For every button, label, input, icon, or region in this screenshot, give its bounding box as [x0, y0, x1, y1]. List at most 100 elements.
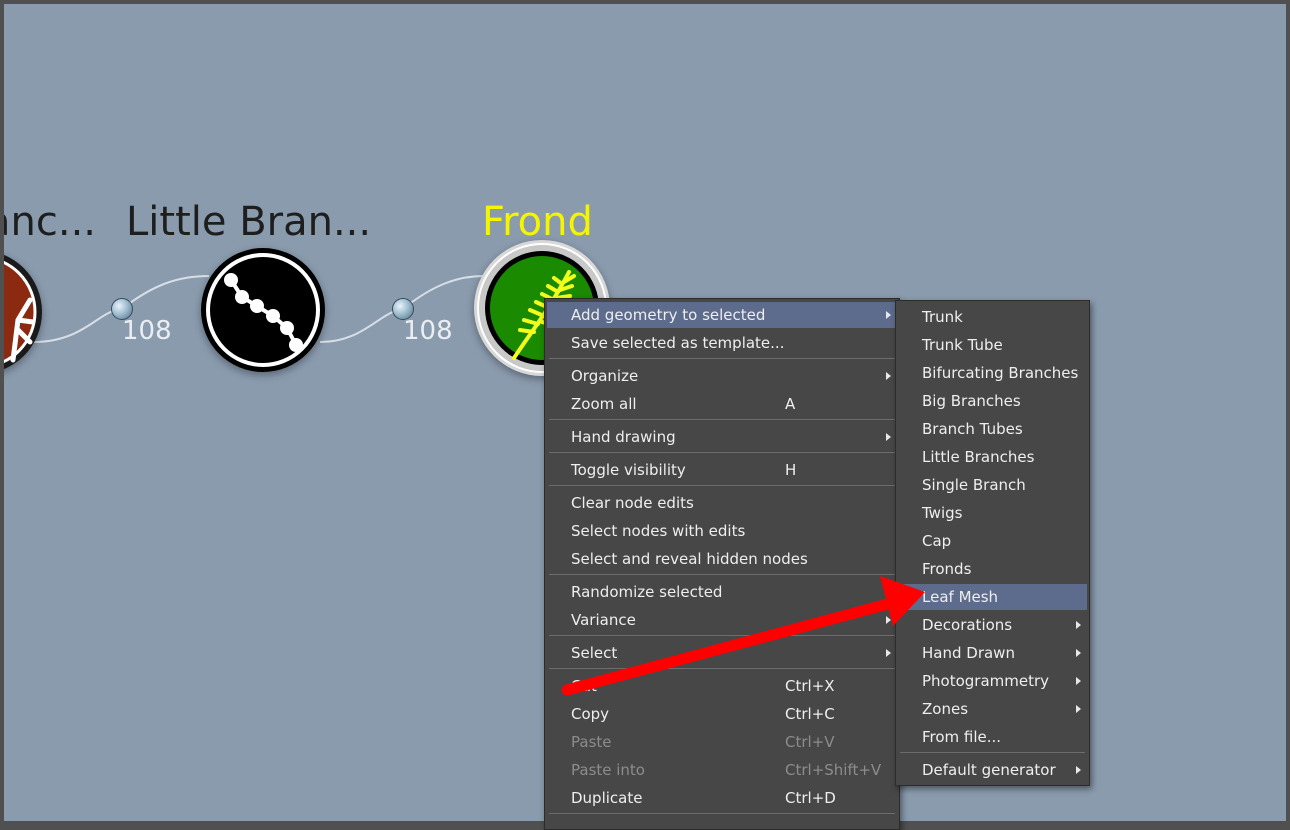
menu-item-toggle-visibility[interactable]: Toggle visibility H [547, 457, 897, 483]
menu-item-label: Single Branch [922, 476, 1026, 494]
connection-count-2: 108 [403, 316, 453, 346]
submenu-item-trunk-tube[interactable]: Trunk Tube [898, 332, 1087, 358]
submenu-item-zones[interactable]: Zones [898, 696, 1087, 722]
menu-item-label: Trunk [922, 308, 963, 326]
menu-item-shortcut: Ctrl+C [785, 705, 835, 723]
menu-item-shortcut: Ctrl+Shift+V [785, 761, 882, 779]
menu-separator [549, 485, 895, 486]
menu-item-label: Duplicate [571, 789, 643, 807]
submenu-item-leaf-mesh[interactable]: Leaf Mesh [898, 584, 1087, 610]
submenu-item-cap[interactable]: Cap [898, 528, 1087, 554]
menu-item-variance[interactable]: Variance [547, 607, 897, 633]
menu-item-label: Branch Tubes [922, 420, 1023, 438]
submenu-item-fronds[interactable]: Fronds [898, 556, 1087, 582]
menu-item-label: Decorations [922, 616, 1013, 634]
menu-item-duplicate[interactable]: Duplicate Ctrl+D [547, 785, 897, 811]
submenu-item-bifurcating-branches[interactable]: Bifurcating Branches [898, 360, 1087, 386]
menu-item-paste[interactable]: Paste Ctrl+V [547, 729, 897, 755]
chevron-right-icon [886, 311, 891, 319]
menu-item-select[interactable]: Select [547, 640, 897, 666]
menu-item-label: Toggle visibility [571, 461, 686, 479]
submenu-item-decorations[interactable]: Decorations [898, 612, 1087, 638]
chevron-right-icon [1076, 766, 1081, 774]
chevron-right-icon [1076, 705, 1081, 713]
submenu-item-big-branches[interactable]: Big Branches [898, 388, 1087, 414]
menu-item-label: Hand Drawn [922, 644, 1015, 662]
submenu-item-branch-tubes[interactable]: Branch Tubes [898, 416, 1087, 442]
submenu-item-little-branches[interactable]: Little Branches [898, 444, 1087, 470]
menu-item-clear-node-edits[interactable]: Clear node edits [547, 490, 897, 516]
chevron-right-icon [886, 616, 891, 624]
menu-item-randomize-selected[interactable]: Randomize selected [547, 579, 897, 605]
menu-item-label: Trunk Tube [922, 336, 1003, 354]
chevron-right-icon [886, 649, 891, 657]
menu-item-label: Copy [571, 705, 610, 723]
menu-separator [549, 358, 895, 359]
node-title-partial: anc... [4, 199, 96, 245]
menu-item-save-template[interactable]: Save selected as template... [547, 330, 897, 356]
branch-node-partial[interactable] [4, 250, 42, 374]
menu-item-label: Zoom all [571, 395, 637, 413]
menu-item-select-reveal-hidden[interactable]: Select and reveal hidden nodes [547, 546, 897, 572]
menu-separator [549, 574, 895, 575]
menu-item-label: Photogrammetry [922, 672, 1050, 690]
menu-item-label: Cap [922, 532, 952, 550]
menu-item-label: Randomize selected [571, 583, 723, 601]
menu-item-zoom-all[interactable]: Zoom all A [547, 391, 897, 417]
menu-item-label: Little Branches [922, 448, 1035, 466]
little-branches-icon [206, 253, 320, 367]
menu-separator [549, 452, 895, 453]
menu-item-shortcut: Ctrl+V [785, 733, 835, 751]
menu-item-label: Bifurcating Branches [922, 364, 1079, 382]
menu-item-label: Big Branches [922, 392, 1021, 410]
menu-item-cut[interactable]: Cut Ctrl+X [547, 673, 897, 699]
menu-item-shortcut: Ctrl+D [785, 789, 836, 807]
menu-item-label: Organize [571, 367, 639, 385]
chevron-right-icon [1076, 621, 1081, 629]
menu-item-paste-into[interactable]: Paste into Ctrl+Shift+V [547, 757, 897, 783]
menu-item-label: Hand drawing [571, 428, 676, 446]
submenu-item-twigs[interactable]: Twigs [898, 500, 1087, 526]
menu-item-label: Clear node edits [571, 494, 694, 512]
menu-separator [549, 635, 895, 636]
submenu-item-from-file[interactable]: From file... [898, 724, 1087, 750]
menu-item-shortcut: Ctrl+X [785, 677, 835, 695]
menu-separator [549, 668, 895, 669]
menu-item-organize[interactable]: Organize [547, 363, 897, 389]
submenu-item-photogrammetry[interactable]: Photogrammetry [898, 668, 1087, 694]
menu-item-label: Leaf Mesh [922, 588, 999, 606]
submenu-item-default-generator[interactable]: Default generator [898, 757, 1087, 783]
submenu-item-hand-drawn[interactable]: Hand Drawn [898, 640, 1087, 666]
menu-item-label: Select and reveal hidden nodes [571, 550, 808, 568]
submenu-item-single-branch[interactable]: Single Branch [898, 472, 1087, 498]
chevron-right-icon [1076, 677, 1081, 685]
chevron-right-icon [886, 433, 891, 441]
menu-item-shortcut: H [785, 461, 797, 479]
menu-separator [549, 419, 895, 420]
menu-item-label: Select nodes with edits [571, 522, 746, 540]
add-geometry-submenu: Trunk Trunk Tube Bifurcating Branches Bi… [895, 300, 1090, 786]
menu-item-label: Add geometry to selected [571, 306, 766, 324]
node-title-little-branches: Little Bran... [126, 199, 372, 245]
node-title-frond: Frond [482, 199, 593, 245]
menu-item-label: Default generator [922, 761, 1056, 779]
menu-separator [549, 813, 895, 814]
menu-item-copy[interactable]: Copy Ctrl+C [547, 701, 897, 727]
menu-item-shortcut: A [785, 395, 796, 413]
menu-item-label: Cut [571, 677, 597, 695]
menu-item-label: Select [571, 644, 618, 662]
menu-item-add-geometry[interactable]: Add geometry to selected [547, 302, 897, 328]
submenu-item-trunk[interactable]: Trunk [898, 304, 1087, 330]
menu-item-label: Variance [571, 611, 636, 629]
branches-icon [4, 260, 37, 364]
menu-item-select-nodes-with-edits[interactable]: Select nodes with edits [547, 518, 897, 544]
menu-item-label: Fronds [922, 560, 972, 578]
menu-item-label: From file... [922, 728, 1002, 746]
menu-item-label: Zones [922, 700, 969, 718]
menu-item-label: Paste [571, 733, 612, 751]
chevron-right-icon [886, 372, 891, 380]
menu-item-label: Twigs [922, 504, 963, 522]
menu-item-hand-drawing[interactable]: Hand drawing [547, 424, 897, 450]
chevron-right-icon [1076, 649, 1081, 657]
little-branches-node[interactable] [201, 248, 325, 372]
